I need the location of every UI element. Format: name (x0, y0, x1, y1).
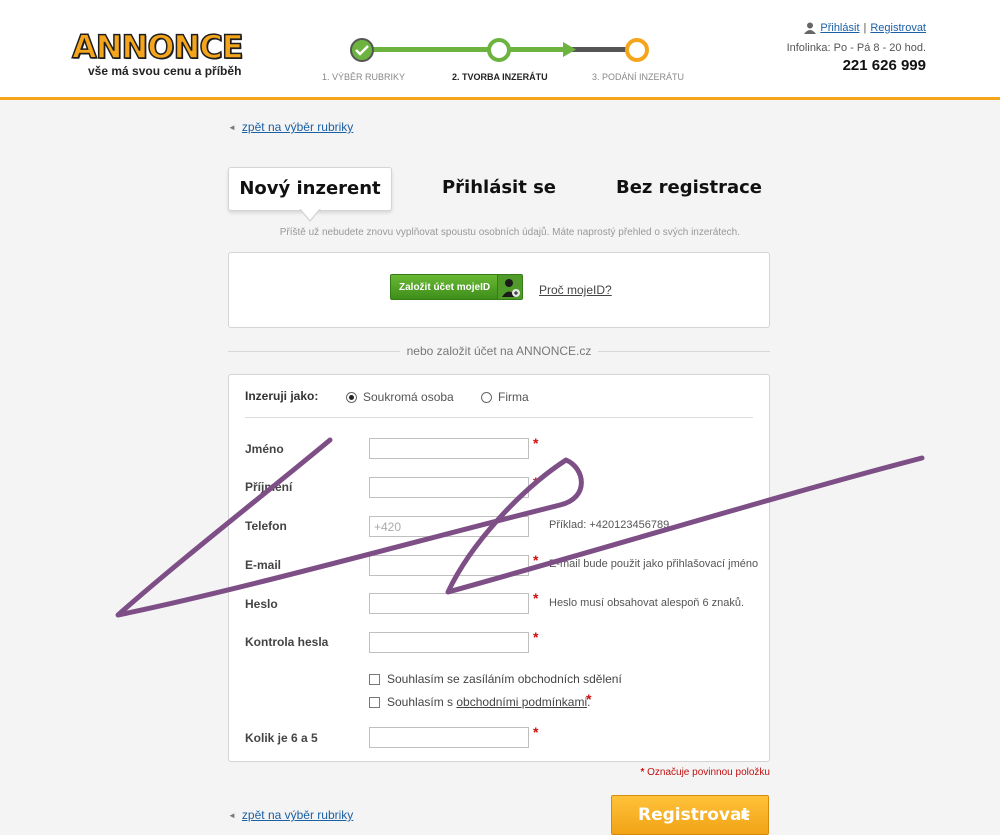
step-2-label: 2. Tvorba inzerátu (452, 72, 548, 82)
last-name-input[interactable] (369, 477, 529, 498)
checkbox-terms-label: Souhlasím s obchodními podmínkami. (387, 695, 590, 709)
register-link[interactable]: Registrovat (870, 22, 926, 34)
captcha-label: Kolik je 6 a 5 (245, 731, 318, 745)
tab-new-advertiser[interactable]: Nový inzerent (228, 167, 392, 211)
account-tabs: Nový inzerent Přihlásit se Bez registrac… (228, 167, 770, 223)
back-to-category-link-bottom[interactable]: zpět na výběr rubriky (242, 808, 353, 822)
required-star-first-name: * (533, 435, 539, 451)
required-star-last-name: * (533, 474, 539, 490)
radio-company[interactable]: Firma (481, 390, 529, 404)
back-to-category-link-top[interactable]: zpět na výběr rubriky (242, 120, 353, 134)
checkbox-marketing-label: Souhlasím se zasíláním obchodních sdělen… (387, 672, 622, 686)
required-note-star: * (640, 767, 645, 778)
captcha-input[interactable] (369, 727, 529, 748)
radio-private-person[interactable]: Soukromá osoba (346, 390, 454, 404)
why-mojeid-link[interactable]: Proč mojeID? (539, 283, 612, 297)
required-star-captcha: * (533, 724, 539, 740)
tab-pointer (300, 208, 320, 220)
infoline-hours: Infolinka: Po - Pá 8 - 20 hod. (786, 42, 926, 54)
step-1-label[interactable]: 1. Výběr rubriky (322, 72, 405, 82)
radio-dot-private (346, 391, 357, 403)
tab-no-registration[interactable]: Bez registrace (612, 167, 766, 209)
back-link-bottom: ◄ zpět na výběr rubriky (228, 808, 353, 822)
site-header: ANNONCE vše má svou cenu a příběh 1. Výb… (0, 0, 1000, 100)
password-check-input[interactable] (369, 632, 529, 653)
login-link[interactable]: Přihlásit (820, 22, 859, 34)
checkbox-terms-box (369, 696, 380, 708)
required-note-text: Označuje povinnou položku (647, 767, 770, 778)
required-star-terms: * (586, 691, 592, 707)
step-1-marker (350, 38, 374, 62)
required-star-password: * (533, 590, 539, 606)
create-mojeid-button[interactable]: Založit účet mojeID (390, 274, 523, 300)
or-divider: nebo založit účet na ANNONCE.cz (228, 344, 770, 360)
email-hint: E-mail bude použit jako přihlašovací jmé… (549, 558, 759, 570)
checkbox-terms-prefix: Souhlasím s (387, 695, 454, 709)
progress-track (350, 38, 649, 62)
infoline-phone: 221 626 999 (842, 57, 926, 74)
tab-hint-text: Příště už nebudete znovu vyplňovat spous… (279, 227, 740, 238)
email-input[interactable] (369, 555, 529, 576)
mojeid-panel: Založit účet mojeID Proč mojeID? (228, 252, 770, 328)
step-3-label: 3. Podání inzerátu (592, 72, 685, 82)
progress-stepper: 1. Výběr rubriky 2. Tvorba inzerátu 3. P… (300, 30, 700, 90)
annonce-logo[interactable]: ANNONCE vše má svou cenu a příběh (71, 28, 244, 78)
register-button[interactable]: Registrovat ▶ (611, 795, 769, 835)
back-link-top: ◄ zpět na výběr rubriky (228, 120, 353, 134)
radio-company-label: Firma (498, 390, 529, 404)
radio-private-label: Soukromá osoba (363, 390, 454, 404)
first-name-label: Jméno (245, 442, 284, 456)
divider-text: nebo založit účet na ANNONCE.cz (406, 344, 592, 358)
password-label: Heslo (245, 597, 278, 611)
password-check-label: Kontrola hesla (245, 635, 329, 649)
checkbox-marketing[interactable]: Souhlasím se zasíláním obchodních sdělen… (369, 672, 622, 686)
register-button-label: Registrovat (638, 805, 750, 825)
auth-separator: | (863, 22, 867, 34)
step-2-marker (487, 38, 511, 62)
password-input[interactable] (369, 593, 529, 614)
logo-wordmark: ANNONCE (71, 28, 244, 66)
first-name-input[interactable] (369, 438, 529, 459)
email-label: E-mail (245, 558, 282, 572)
advertise-as-row: Inzeruji jako: Soukromá osoba Firma (245, 389, 753, 418)
user-add-icon (497, 275, 522, 299)
step-3-marker (625, 38, 649, 62)
phone-hint: Příklad: +420123456789 (549, 519, 670, 531)
arrow-left-icon: ◄ (228, 122, 236, 132)
registration-form: Inzeruji jako: Soukromá osoba Firma Jmén… (228, 374, 770, 762)
header-contact: Přihlásit | Registrovat Infolinka: Po - … (787, 22, 926, 74)
phone-input[interactable] (369, 516, 529, 537)
auth-links: Přihlásit | Registrovat (787, 22, 926, 34)
user-icon (804, 22, 817, 34)
create-mojeid-label: Založit účet mojeID (399, 282, 491, 293)
radio-dot-company (481, 391, 492, 403)
tab-login[interactable]: Přihlásit se (431, 167, 567, 209)
required-star-email: * (533, 552, 539, 568)
required-star-password-check: * (533, 629, 539, 645)
required-note: * Označuje povinnou položku (228, 767, 770, 778)
play-arrow-icon: ▶ (741, 808, 750, 821)
terms-link[interactable]: obchodními podmínkami (456, 695, 587, 709)
password-hint: Heslo musí obsahovat alespoň 6 znaků. (549, 597, 745, 609)
checkbox-terms[interactable]: Souhlasím s obchodními podmínkami. (369, 695, 590, 709)
advertise-as-label: Inzeruji jako: (245, 389, 319, 403)
phone-label: Telefon (245, 519, 287, 533)
logo-tagline: vše má svou cenu a příběh (88, 64, 242, 78)
arrow-left-icon: ◄ (228, 810, 236, 820)
checkbox-marketing-box (369, 673, 380, 685)
last-name-label: Příjmení (245, 480, 293, 494)
